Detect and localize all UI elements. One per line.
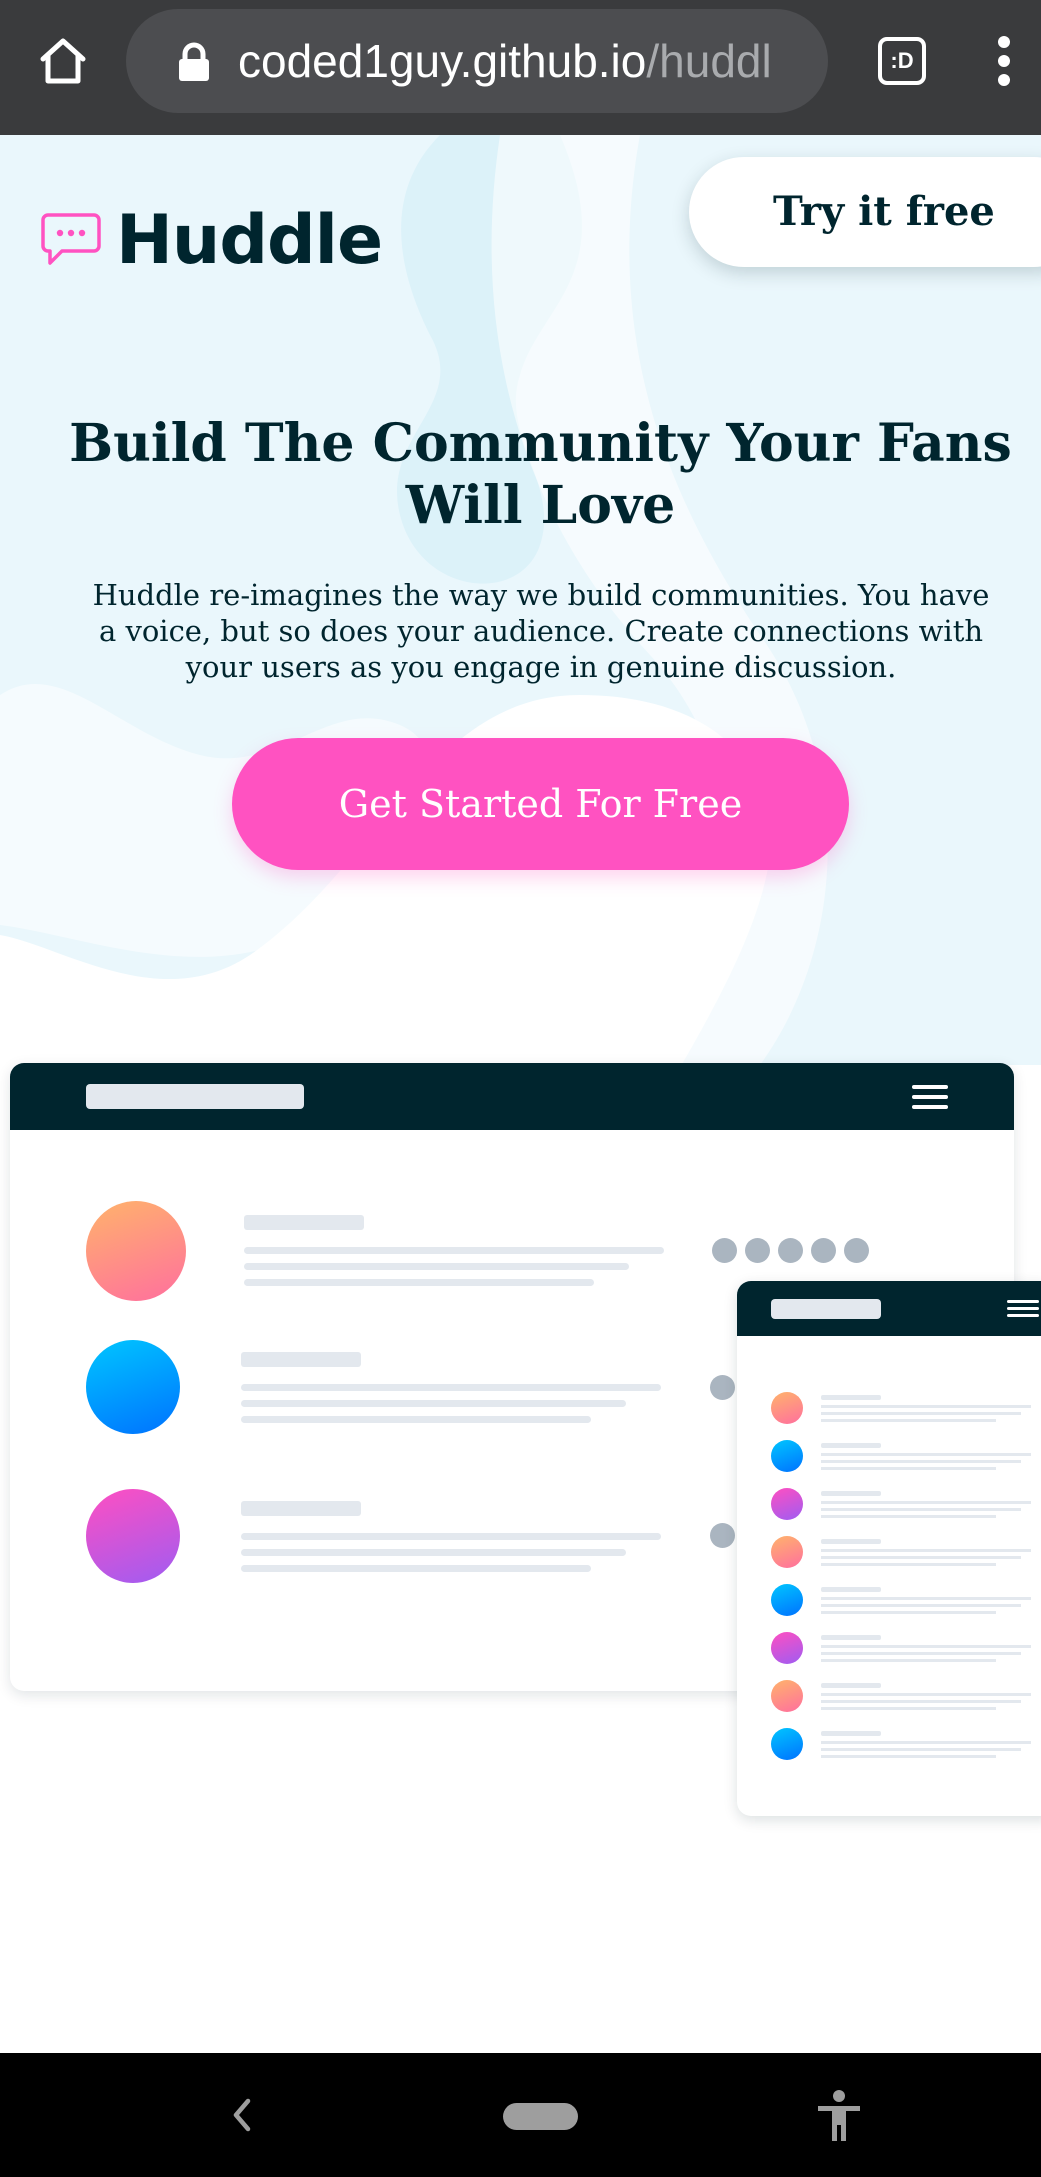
mockup-row [737, 1440, 1041, 1476]
avatar [771, 1392, 803, 1424]
mockup-row [737, 1728, 1041, 1764]
avatar [771, 1440, 803, 1472]
browser-toolbar: coded1guy.github.io/huddl :D [0, 0, 1041, 135]
avatar [86, 1340, 180, 1434]
hamburger-icon [1007, 1300, 1039, 1318]
hero-description: Huddle re-imagines the way we build comm… [92, 578, 990, 684]
mockup-navbar [737, 1281, 1041, 1336]
address-bar[interactable]: coded1guy.github.io/huddl [126, 9, 828, 113]
hamburger-icon [912, 1085, 948, 1109]
mockup-row [737, 1584, 1041, 1620]
mockup-row [737, 1536, 1041, 1572]
mockup-row [737, 1392, 1041, 1428]
system-navigation-bar [0, 2053, 1041, 2177]
get-started-button[interactable]: Get Started For Free [232, 738, 849, 870]
mobile-mockup-illustration [737, 1281, 1041, 1816]
avatar [771, 1488, 803, 1520]
avatar [771, 1632, 803, 1664]
url-host: coded1guy.github.io [238, 35, 647, 87]
tab-switcher-button[interactable]: :D [878, 37, 926, 85]
avatar [771, 1584, 803, 1616]
url-path: /huddl [646, 35, 772, 87]
url-text: coded1guy.github.io/huddl [238, 9, 808, 113]
home-icon[interactable] [30, 28, 96, 94]
avatar [771, 1536, 803, 1568]
overflow-menu-icon[interactable] [990, 36, 1020, 86]
mockup-row [737, 1632, 1041, 1668]
mockup-navbar [10, 1063, 1014, 1130]
avatar [771, 1728, 803, 1760]
hero-title: Build The Community Your Fans Will Love [69, 413, 1012, 536]
avatar [86, 1489, 180, 1583]
mockup-row [737, 1488, 1041, 1524]
lock-icon [179, 42, 209, 81]
mockup-row [737, 1680, 1041, 1716]
try-it-free-button[interactable]: Try it free [689, 157, 1041, 267]
home-gesture-pill[interactable] [503, 2103, 578, 2130]
mockup-title-placeholder [86, 1084, 304, 1109]
page: Huddle Try it free Build The Community Y… [0, 135, 1041, 2053]
mockup-title-placeholder [771, 1299, 881, 1319]
accessibility-icon[interactable] [814, 2089, 864, 2143]
chat-bubble-icon [41, 213, 101, 265]
avatar [771, 1680, 803, 1712]
back-icon[interactable] [222, 2093, 262, 2137]
huddle-logo[interactable]: Huddle [40, 195, 383, 285]
logo-text: Huddle [116, 200, 383, 280]
avatar [86, 1201, 186, 1301]
